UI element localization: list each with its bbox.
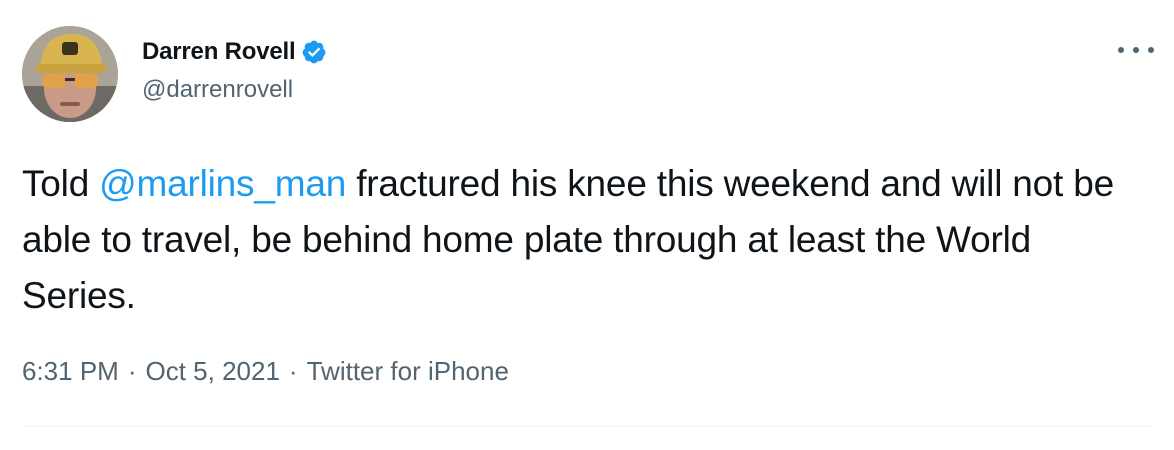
more-options-icon[interactable] — [1118, 38, 1154, 62]
tweet-text-before: Told — [22, 163, 100, 204]
tweet-card: Darren Rovell @darrenrovell Told @marlin… — [0, 0, 1174, 450]
divider — [22, 426, 1152, 427]
meta-separator: · — [127, 356, 137, 386]
tweet-text: Told @marlins_man fractured his knee thi… — [22, 156, 1142, 324]
dot — [1133, 47, 1139, 53]
tweet-time[interactable]: 6:31 PM — [22, 356, 119, 387]
meta-separator: · — [288, 356, 298, 386]
dot — [1148, 47, 1154, 53]
author-name-row: Darren Rovell — [142, 36, 327, 68]
mention-link[interactable]: @marlins_man — [99, 163, 346, 204]
author-display-name[interactable]: Darren Rovell — [142, 38, 296, 66]
author-handle[interactable]: @darrenrovell — [142, 76, 293, 104]
dot — [1118, 47, 1124, 53]
tweet-source[interactable]: Twitter for iPhone — [307, 356, 509, 387]
tweet-meta: 6:31 PM · Oct 5, 2021 · Twitter for iPho… — [22, 356, 509, 387]
avatar[interactable] — [22, 26, 118, 122]
verified-badge-icon — [301, 39, 327, 65]
tweet-date[interactable]: Oct 5, 2021 — [146, 356, 280, 387]
